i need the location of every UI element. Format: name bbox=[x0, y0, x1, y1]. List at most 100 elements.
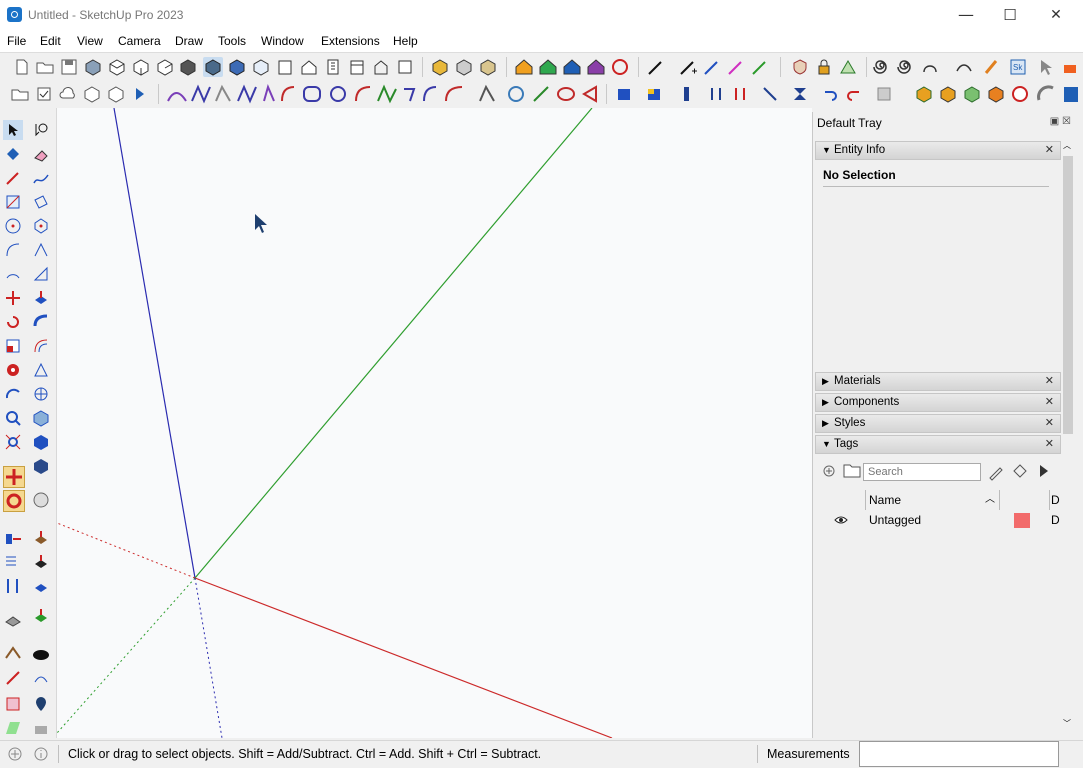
add-tag-folder-icon[interactable] bbox=[843, 462, 861, 478]
rotated-rectangle-icon[interactable] bbox=[31, 192, 51, 212]
offset-icon[interactable] bbox=[31, 336, 51, 356]
grey-tool-icon[interactable] bbox=[31, 718, 51, 738]
warehouse-blue-icon[interactable] bbox=[562, 57, 582, 77]
model-viewport[interactable] bbox=[57, 108, 812, 738]
swap-arrows-icon[interactable] bbox=[706, 84, 726, 104]
refresh-red-icon[interactable] bbox=[610, 57, 630, 77]
menu-edit[interactable]: Edit bbox=[40, 34, 61, 48]
curve-tools-strip-icon[interactable] bbox=[164, 83, 604, 105]
scale-icon[interactable] bbox=[3, 336, 23, 356]
cloud-upload-icon[interactable] bbox=[58, 84, 78, 104]
sort-chevron-up-icon[interactable]: ︿ bbox=[985, 490, 995, 510]
menu-draw[interactable]: Draw bbox=[175, 34, 203, 48]
pen-add-icon[interactable] bbox=[678, 57, 698, 77]
folder-add-icon[interactable] bbox=[10, 84, 30, 104]
rectangle-icon[interactable] bbox=[3, 192, 23, 212]
move-cross-icon[interactable] bbox=[3, 466, 25, 488]
menu-file[interactable]: File bbox=[7, 34, 26, 48]
scroll-down-icon[interactable]: ﹀ bbox=[1063, 718, 1071, 729]
list-lines-icon[interactable] bbox=[3, 552, 23, 572]
chevron-tool-icon[interactable] bbox=[3, 642, 23, 662]
warehouse-green-icon[interactable] bbox=[538, 57, 558, 77]
orange-block-icon[interactable] bbox=[1060, 57, 1080, 77]
open-folder-icon[interactable] bbox=[35, 57, 55, 77]
checkbox-icon[interactable] bbox=[34, 84, 54, 104]
extrude-icon[interactable] bbox=[31, 528, 51, 548]
section-plane-icon[interactable] bbox=[31, 360, 51, 380]
pen-green-icon[interactable] bbox=[750, 57, 770, 77]
iso-view-icon[interactable] bbox=[83, 57, 103, 77]
tag-row-name[interactable]: Untagged bbox=[869, 513, 921, 527]
blue-block-icon[interactable] bbox=[1060, 84, 1080, 104]
cube-yellow-icon[interactable] bbox=[644, 84, 664, 104]
close-panel-icon[interactable]: ✕ bbox=[1045, 436, 1054, 452]
front-view-icon[interactable] bbox=[131, 57, 151, 77]
eraser-tag-icon[interactable] bbox=[987, 463, 1005, 481]
close-panel-icon[interactable]: ✕ bbox=[1045, 394, 1054, 410]
right-view-icon[interactable] bbox=[155, 57, 175, 77]
swap-red-icon[interactable] bbox=[730, 84, 750, 104]
pen-icon[interactable] bbox=[646, 57, 666, 77]
tape-measure-icon[interactable] bbox=[3, 360, 23, 380]
tray-pin-close-icon[interactable]: ▣ ☒ bbox=[1050, 116, 1071, 127]
cube-green-2-icon[interactable] bbox=[962, 84, 982, 104]
tags-d-column-header[interactable]: D bbox=[1051, 490, 1060, 510]
vertical-arrow-icon[interactable] bbox=[3, 576, 23, 596]
globe-grid-icon[interactable] bbox=[1010, 84, 1030, 104]
arc-icon[interactable] bbox=[3, 240, 23, 260]
pencil-icon[interactable] bbox=[3, 168, 23, 188]
undo-blue-icon[interactable] bbox=[820, 84, 840, 104]
spiral-2-icon[interactable] bbox=[896, 57, 916, 77]
tags-name-column-header[interactable]: Name bbox=[869, 490, 901, 510]
three-point-arc-icon[interactable] bbox=[3, 264, 23, 284]
spring-icon[interactable] bbox=[920, 57, 940, 77]
sandbox-icon[interactable] bbox=[3, 610, 23, 630]
component-grey-icon[interactable] bbox=[454, 57, 474, 77]
panel-materials[interactable]: ▶ Materials ✕ bbox=[815, 372, 1061, 391]
walk-icon[interactable] bbox=[31, 384, 51, 404]
menu-tools[interactable]: Tools bbox=[218, 34, 246, 48]
pie-icon[interactable] bbox=[31, 264, 51, 284]
panel-styles[interactable]: ▶ Styles ✕ bbox=[815, 414, 1061, 433]
tray-scrollbar[interactable]: ︿ ﹀ bbox=[1061, 140, 1075, 736]
measurements-input[interactable] bbox=[859, 741, 1059, 767]
box-icon[interactable] bbox=[82, 84, 102, 104]
new-file-icon[interactable] bbox=[12, 57, 32, 77]
redo-red-icon[interactable] bbox=[844, 84, 864, 104]
hourglass-icon[interactable] bbox=[790, 84, 810, 104]
textured-style-icon[interactable] bbox=[227, 57, 247, 77]
mesh-green-icon[interactable] bbox=[838, 57, 858, 77]
green-plane-icon[interactable] bbox=[3, 718, 23, 738]
top-view-icon[interactable] bbox=[107, 57, 127, 77]
polygon-icon[interactable] bbox=[31, 216, 51, 236]
close-panel-icon[interactable]: ✕ bbox=[1045, 415, 1054, 431]
follow-me-icon[interactable] bbox=[31, 312, 51, 332]
house-outline-icon[interactable] bbox=[371, 57, 391, 77]
calendar-icon[interactable] bbox=[347, 57, 367, 77]
grey-box-icon[interactable] bbox=[874, 84, 894, 104]
cube-orange-icon[interactable] bbox=[986, 84, 1006, 104]
view-front-house-icon[interactable] bbox=[275, 57, 295, 77]
arc-grey-icon[interactable] bbox=[1036, 84, 1056, 104]
shield-icon[interactable] bbox=[790, 57, 810, 77]
move-icon[interactable] bbox=[3, 288, 23, 308]
brush-orange-icon[interactable] bbox=[982, 57, 1002, 77]
scroll-up-icon[interactable]: ︿ bbox=[1063, 140, 1071, 151]
close-panel-icon[interactable]: ✕ bbox=[1045, 373, 1054, 389]
select-arrow-icon[interactable] bbox=[3, 120, 23, 140]
extension-purple-icon[interactable] bbox=[586, 57, 606, 77]
close-panel-icon[interactable]: ✕ bbox=[1045, 142, 1054, 158]
component-yellow-icon[interactable] bbox=[430, 57, 450, 77]
panel-entity-info[interactable]: ▼ Entity Info ✕ bbox=[815, 141, 1061, 160]
curve-tool-icon[interactable] bbox=[954, 57, 974, 77]
push-cube-icon[interactable] bbox=[614, 84, 634, 104]
tags-search-input[interactable] bbox=[863, 463, 981, 481]
menu-help[interactable]: Help bbox=[393, 34, 418, 48]
cursor-grey-icon[interactable] bbox=[1036, 57, 1056, 77]
box-plus-icon[interactable] bbox=[106, 84, 126, 104]
trimble-icon[interactable] bbox=[130, 84, 150, 104]
back-view-icon[interactable] bbox=[178, 57, 198, 77]
position-camera-icon[interactable] bbox=[31, 408, 51, 428]
menu-camera[interactable]: Camera bbox=[118, 34, 161, 48]
diagonal-icon[interactable] bbox=[760, 84, 780, 104]
